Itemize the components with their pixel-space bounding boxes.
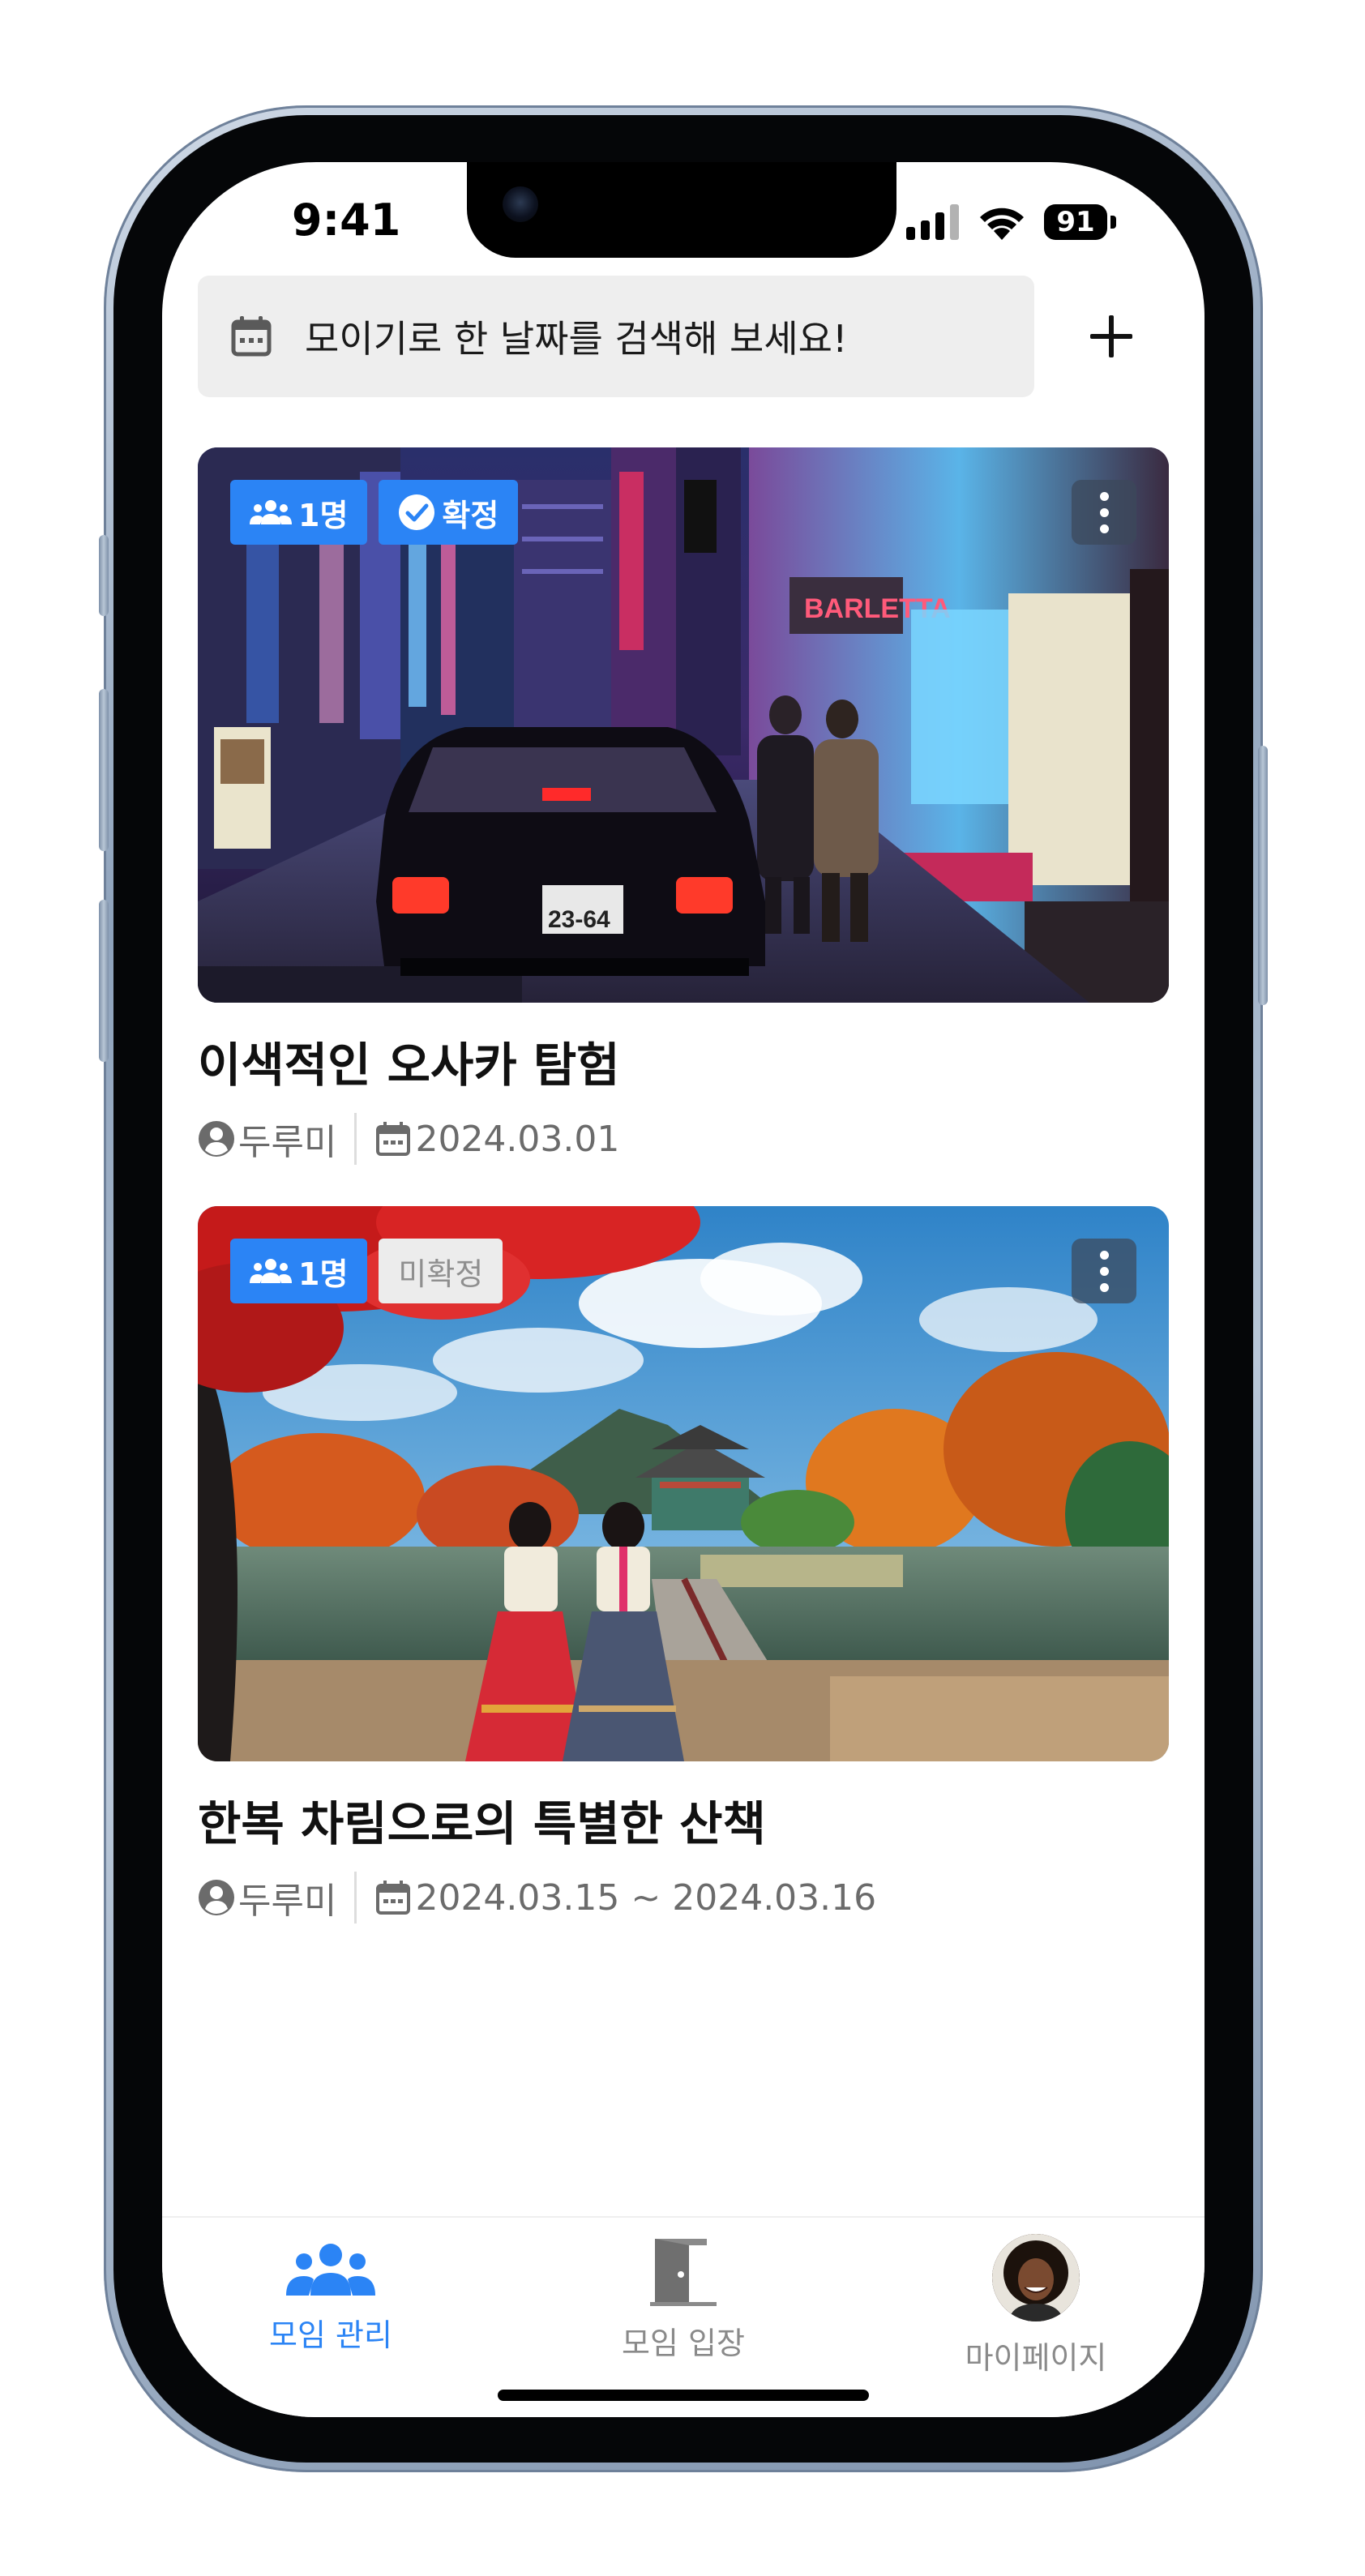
camera-icon [503, 186, 538, 222]
user-circle-icon [199, 1880, 234, 1915]
battery-indicator: 91 [1044, 204, 1117, 240]
tab-my-page[interactable]: 마이페이지 [914, 2234, 1157, 2377]
door-icon [650, 2239, 717, 2306]
dynamic-island [467, 162, 896, 258]
host-name: 두루미 [238, 1122, 337, 1163]
tab-label: 모임 관리 [269, 2317, 392, 2353]
wifi-icon [980, 208, 1024, 240]
meta-divider [354, 1113, 357, 1165]
more-dot [1099, 1250, 1109, 1260]
meeting-card-image[interactable]: BARLETTA 23-64 1명 확정 [198, 447, 1169, 1003]
status-text: 확정 [442, 497, 499, 533]
plus-icon [1090, 315, 1132, 357]
member-count-badge: 1명 [230, 480, 368, 545]
user-circle-icon [199, 1121, 234, 1157]
meeting-date: 2024.03.01 [415, 1118, 620, 1160]
silent-switch [99, 535, 109, 616]
group-icon [250, 500, 292, 524]
card-more-button[interactable] [1072, 480, 1136, 545]
group-icon [286, 2244, 375, 2296]
tab-meeting-join[interactable]: 모임 입장 [562, 2234, 805, 2363]
signal-icon [906, 204, 959, 240]
volume-up-button [99, 689, 109, 851]
more-dot [1099, 524, 1109, 533]
host-name: 두루미 [238, 1881, 337, 1922]
status-icons: 91 [906, 203, 1117, 242]
power-button [1258, 746, 1268, 1005]
calendar-icon [376, 1122, 411, 1156]
more-dot [1099, 1266, 1109, 1276]
meeting-title[interactable]: 이색적인 오사카 탐험 [198, 1027, 1169, 1095]
svg-text:23-64: 23-64 [548, 906, 610, 933]
status-time: 9:41 [292, 195, 401, 246]
group-icon [250, 1259, 292, 1283]
tab-meeting-management[interactable]: 모임 관리 [209, 2234, 452, 2355]
meeting-card-image[interactable]: 1명 미확정 [198, 1206, 1169, 1761]
card-more-button[interactable] [1072, 1239, 1136, 1303]
member-count-text: 1명 [298, 497, 349, 533]
meeting-date: 2024.03.15 ~ 2024.03.16 [415, 1876, 877, 1919]
member-count-text: 1명 [298, 1256, 349, 1292]
member-count-badge: 1명 [230, 1239, 368, 1303]
status-badge: 확정 [379, 480, 519, 545]
add-meeting-button[interactable] [1067, 292, 1156, 381]
calendar-icon [376, 1881, 411, 1915]
date-search-bar[interactable]: 모이기로 한 날짜를 검색해 보세요! [198, 276, 1034, 397]
more-dot [1099, 507, 1109, 517]
meeting-title[interactable]: 한복 차림으로의 특별한 산책 [198, 1786, 1169, 1854]
more-dot [1099, 491, 1109, 501]
tab-label: 마이페이지 [965, 2340, 1107, 2376]
search-placeholder: 모이기로 한 날짜를 검색해 보세요! [305, 317, 848, 361]
card-badges: 1명 미확정 [230, 1239, 503, 1303]
meeting-card[interactable]: BARLETTA 23-64 1명 확정 이색적인 오사카 탐험 두루미 202… [198, 447, 1169, 1165]
meeting-meta: 두루미 2024.03.15 ~ 2024.03.16 [198, 1872, 1169, 1923]
check-circle-icon [399, 494, 435, 530]
profile-photo [992, 2234, 1080, 2321]
status-badge: 미확정 [379, 1239, 503, 1303]
screen: 9:41 91 모이기로 한 날짜를 검색해 보세요! BARLETTA 23-… [162, 162, 1205, 2417]
status-text: 미확정 [398, 1256, 484, 1292]
calendar-icon [231, 316, 272, 357]
bottom-tab-bar: 모임 관리 모임 입장 마이페이지 [162, 2216, 1205, 2417]
card-badges: 1명 확정 [230, 480, 519, 545]
more-dot [1099, 1282, 1109, 1292]
battery-level: 91 [1044, 204, 1107, 240]
meta-divider [354, 1872, 357, 1923]
avatar [992, 2234, 1080, 2321]
tab-label: 모임 입장 [622, 2326, 745, 2361]
meeting-card[interactable]: 1명 미확정 한복 차림으로의 특별한 산책 두루미 2024.03.15 ~ … [198, 1206, 1169, 1923]
meeting-meta: 두루미 2024.03.01 [198, 1113, 1169, 1165]
volume-down-button [99, 900, 109, 1062]
home-indicator[interactable] [498, 2390, 869, 2401]
battery-cap [1110, 216, 1116, 229]
